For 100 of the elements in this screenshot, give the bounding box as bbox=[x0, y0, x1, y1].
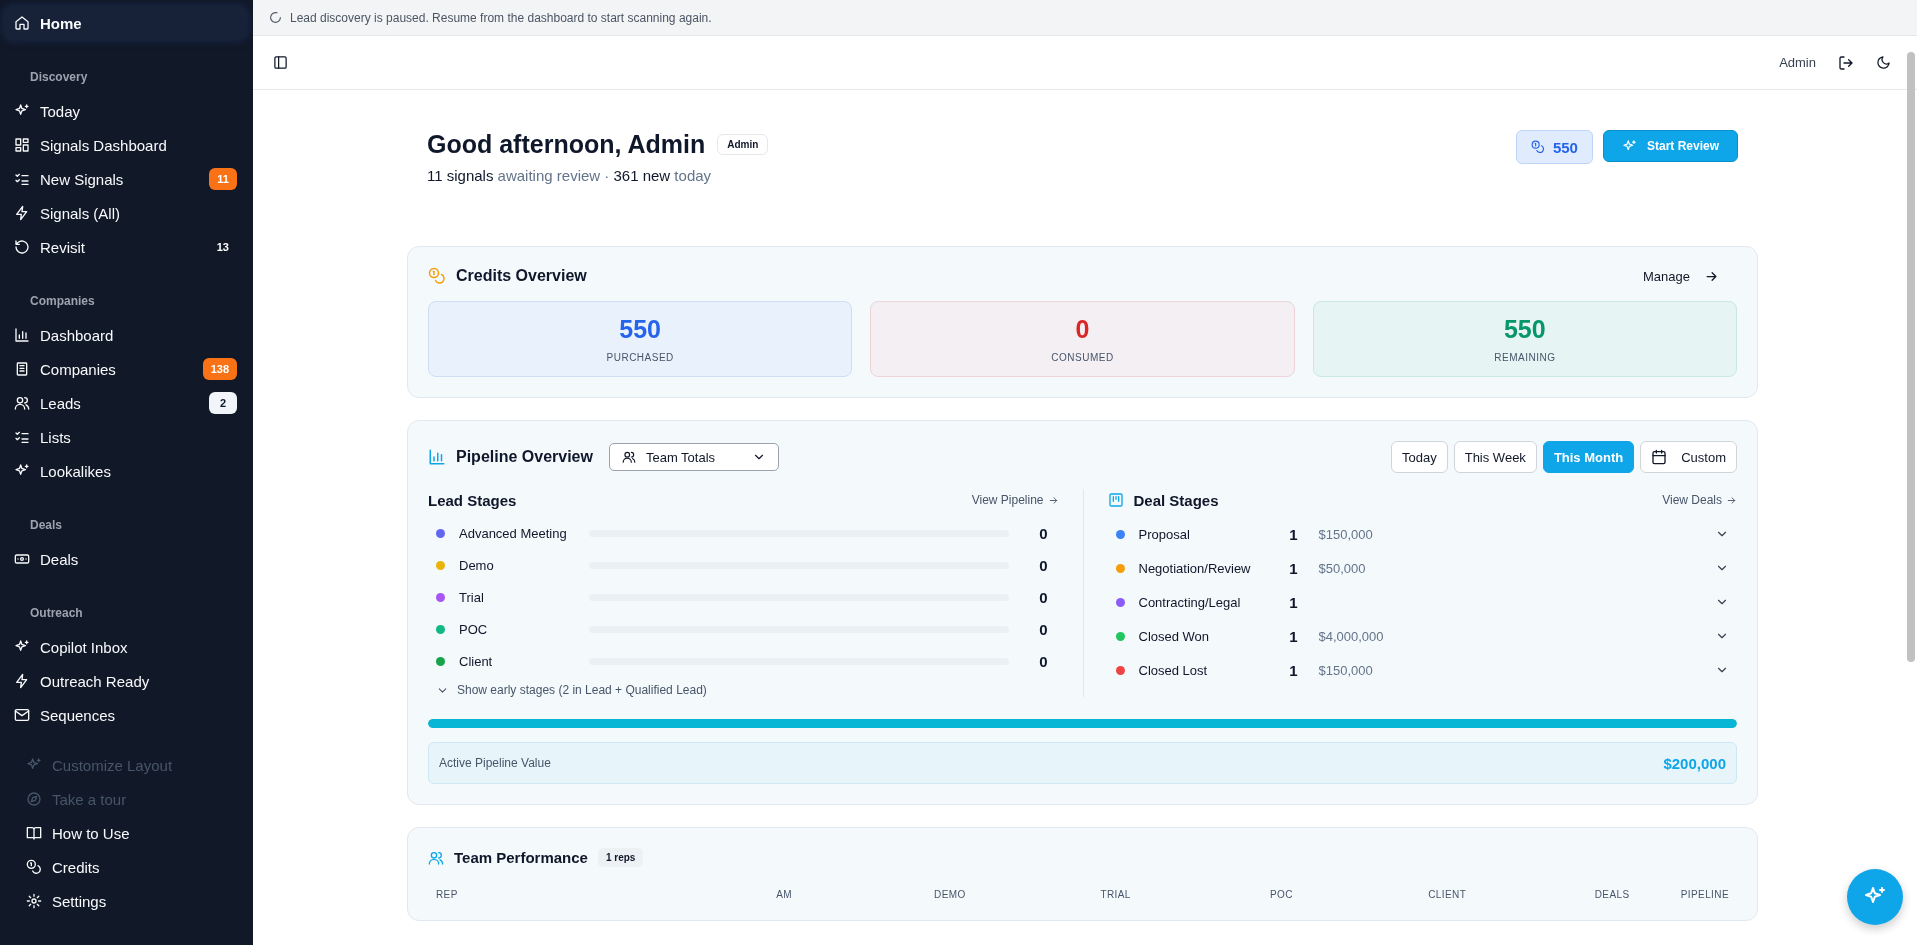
stage-amount: $50,000 bbox=[1318, 560, 1366, 576]
view-pipeline-link[interactable]: View Pipeline bbox=[971, 493, 1059, 507]
active-pipeline-label: Active Pipeline Value bbox=[439, 756, 551, 770]
stage-name: Advanced Meeting bbox=[459, 525, 568, 541]
nav-item[interactable]: Companies 138 bbox=[4, 352, 247, 386]
compass-icon bbox=[26, 791, 42, 807]
grid-icon bbox=[14, 137, 30, 153]
nav-item[interactable]: Signals Dashboard bbox=[4, 128, 247, 162]
sidebar-toggle-icon bbox=[273, 55, 288, 70]
checklist-icon bbox=[14, 429, 30, 445]
column-header: CLIENT bbox=[1427, 889, 1468, 900]
stage-name: Negotiation/Review bbox=[1138, 560, 1252, 576]
rotate-icon bbox=[14, 239, 30, 255]
manage-link[interactable]: Manage bbox=[1637, 267, 1725, 285]
column-header: PIPELINE bbox=[1679, 889, 1729, 900]
book-icon bbox=[26, 825, 42, 841]
nav-item[interactable]: Sequences bbox=[4, 698, 247, 732]
lightning-icon bbox=[14, 205, 30, 221]
view-deals-link[interactable]: View Deals bbox=[1662, 493, 1737, 507]
count-badge: 138 bbox=[202, 358, 237, 380]
stage-amount: $150,000 bbox=[1318, 662, 1373, 678]
stat-value: 550 bbox=[619, 315, 661, 344]
stage-name: Trial bbox=[459, 589, 485, 605]
coins-icon bbox=[1530, 140, 1545, 154]
column-header: TRIAL bbox=[1099, 889, 1132, 900]
stage-name: Closed Lost bbox=[1138, 662, 1209, 678]
stat-label: PURCHASED bbox=[606, 352, 674, 363]
stat-value: 550 bbox=[1503, 315, 1546, 344]
column-header: POC bbox=[1268, 889, 1294, 900]
nav-item[interactable]: Deals bbox=[4, 542, 247, 576]
coins-icon bbox=[428, 267, 446, 285]
nav-item[interactable]: Outreach Ready bbox=[4, 664, 247, 698]
bar-chart-icon bbox=[428, 448, 446, 466]
count-label: 13 bbox=[215, 240, 230, 255]
nav-item[interactable]: Dashboard bbox=[4, 318, 247, 352]
calendar-icon bbox=[1651, 449, 1668, 465]
range-tab[interactable]: Custom bbox=[1640, 441, 1737, 473]
arrow-right-icon bbox=[1726, 494, 1737, 506]
range-tab[interactable]: Today bbox=[1391, 441, 1448, 473]
banner-text: Lead discovery is paused. Resume from the dashboard to start scanning again. bbox=[290, 10, 712, 25]
count-badge: 2 bbox=[209, 392, 237, 414]
nav-item[interactable]: Settings bbox=[4, 884, 247, 918]
card-title: Credits Overview bbox=[456, 267, 587, 285]
stage-count: 0 bbox=[1038, 588, 1049, 606]
section-title: Deal Stages bbox=[1133, 491, 1220, 509]
moon-icon bbox=[1876, 55, 1891, 70]
coins-icon bbox=[26, 859, 42, 875]
stage-count: 1 bbox=[1288, 627, 1299, 645]
nav-item[interactable]: Signals (All) bbox=[4, 196, 247, 230]
section-heading: Companies bbox=[29, 294, 96, 308]
section-heading: Discovery bbox=[29, 70, 89, 84]
nav-item[interactable]: New Signals 11 bbox=[4, 162, 247, 196]
stat-label: CONSUMED bbox=[1051, 352, 1114, 363]
spinner-icon bbox=[269, 11, 282, 24]
stage-name: POC bbox=[459, 621, 489, 637]
stage-count: 0 bbox=[1038, 620, 1049, 638]
nav-item[interactable]: Lists bbox=[4, 420, 247, 454]
nav-item[interactable]: Home bbox=[4, 6, 247, 40]
settings-icon bbox=[26, 893, 42, 909]
mail-icon bbox=[14, 707, 30, 723]
users-icon bbox=[621, 450, 636, 464]
role-badge: Admin bbox=[717, 134, 769, 155]
scrollbar-thumb[interactable] bbox=[1907, 52, 1915, 662]
kanban-icon bbox=[1107, 492, 1124, 508]
reps-badge: 1 reps bbox=[597, 848, 644, 867]
nav-item[interactable]: Today bbox=[4, 94, 247, 128]
stage-count: 1 bbox=[1288, 593, 1299, 611]
column-header: REP bbox=[436, 889, 459, 900]
checklist-icon bbox=[14, 171, 30, 187]
lightning-icon bbox=[14, 673, 30, 689]
stage-amount: $4,000,000 bbox=[1318, 628, 1384, 644]
stage-count: 0 bbox=[1038, 556, 1049, 574]
section-title: Lead Stages bbox=[428, 491, 518, 509]
section-heading: Deals bbox=[29, 518, 64, 532]
bar-chart-icon bbox=[14, 327, 30, 343]
stage-name: Contracting/Legal bbox=[1138, 594, 1242, 610]
team-select[interactable]: Team Totals bbox=[608, 443, 779, 471]
range-tab[interactable]: This Week bbox=[1453, 441, 1537, 473]
nav-item[interactable]: Credits bbox=[4, 850, 247, 884]
credits-button[interactable]: 550 bbox=[1515, 130, 1593, 164]
column-header: DEMO bbox=[933, 889, 967, 900]
show-early-stages-toggle[interactable]: Show early stages (2 in Lead + Qualified Lead) bbox=[436, 683, 707, 697]
nav-item[interactable]: How to Use bbox=[4, 816, 247, 850]
stage-name: Demo bbox=[459, 557, 495, 573]
nav-item[interactable]: Revisit 13 bbox=[4, 230, 247, 264]
building-icon bbox=[14, 361, 30, 377]
stage-name: Client bbox=[459, 653, 494, 669]
stage-count: 1 bbox=[1288, 525, 1299, 543]
column-header: DEALS bbox=[1593, 889, 1630, 900]
stage-count: 1 bbox=[1288, 559, 1299, 577]
nav-item[interactable]: Lookalikes bbox=[4, 454, 247, 488]
greeting-title: Good afternoon, Admin bbox=[427, 130, 706, 159]
section-heading: Outreach bbox=[29, 606, 84, 620]
nav-item[interactable]: Leads 2 bbox=[4, 386, 247, 420]
users-icon bbox=[14, 395, 30, 411]
stage-name: Closed Won bbox=[1138, 628, 1211, 644]
user-name: Admin bbox=[1779, 55, 1816, 70]
nav-item[interactable]: Copilot Inbox bbox=[4, 630, 247, 664]
stage-name: Proposal bbox=[1138, 526, 1191, 542]
stage-count: 1 bbox=[1288, 661, 1299, 679]
